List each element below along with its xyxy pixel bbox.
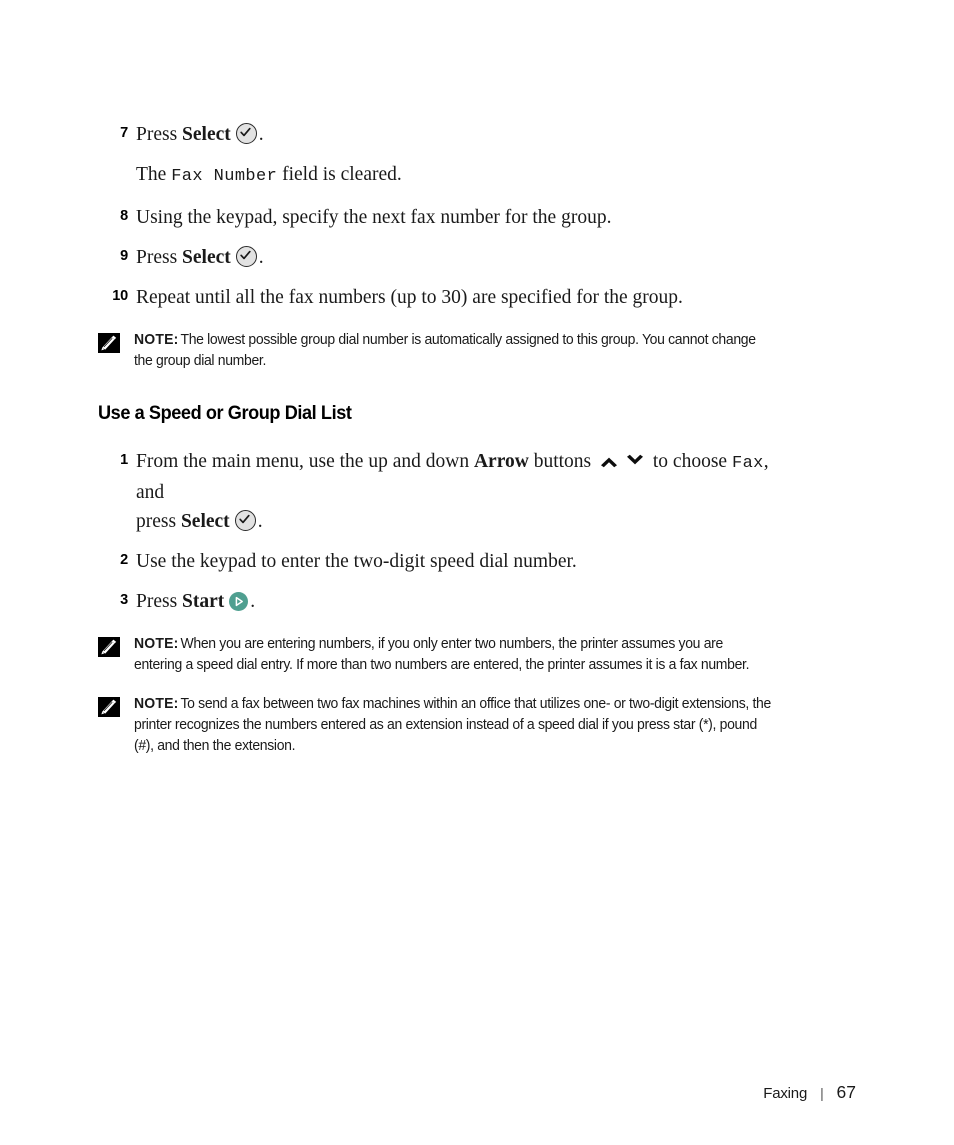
note-pencil-icon [98, 697, 120, 717]
step-text-line2-part2: . [257, 511, 263, 532]
step-text: Press Select. [136, 120, 798, 149]
step-number: 3 [120, 592, 128, 608]
step-number: 2 [120, 552, 128, 568]
subparagraph-text-after: field is cleared. [277, 164, 402, 185]
step-number: 10 [112, 288, 128, 304]
step-number: 7 [120, 125, 128, 141]
arrow-down-icon [624, 449, 646, 465]
step-number: 8 [120, 208, 128, 224]
footer-separator: | [820, 1085, 824, 1101]
select-check-icon [235, 246, 257, 267]
step-text: Use the keypad to enter the two-digit sp… [136, 551, 577, 572]
document-page: 7 Press Select. The Fax Number field is … [0, 0, 954, 1145]
step-item: 9 Press Select. [98, 243, 798, 272]
note-label: NOTE: [134, 696, 179, 712]
step-text: Press Start. [136, 587, 798, 616]
note-content: To send a fax between two fax machines w… [134, 696, 771, 754]
arrow-up-icon [598, 449, 620, 468]
note-block: NOTE: When you are entering numbers, if y… [98, 634, 798, 676]
note-content: When you are entering numbers, if you on… [134, 636, 750, 673]
step-item: 10 Repeat until all the fax numbers (up … [98, 283, 798, 312]
button-name-arrow: Arrow [473, 451, 529, 472]
footer-page-number: 67 [836, 1082, 856, 1102]
step-text: Using the keypad, specify the next fax n… [136, 207, 612, 228]
start-play-icon [229, 592, 249, 611]
button-name-select: Select [180, 511, 230, 532]
note-block: NOTE: The lowest possible group dial numb… [98, 330, 798, 372]
step-text: Press Select. [136, 243, 798, 272]
button-name-start: Start [182, 591, 225, 612]
step-text-part3: to choose [648, 451, 732, 472]
step-text-before: Press [136, 124, 183, 145]
page-content: 7 Press Select. The Fax Number field is … [98, 120, 798, 765]
note-content: The lowest possible group dial number is… [134, 332, 756, 369]
step-item: 2 Use the keypad to enter the two-digit … [98, 547, 798, 576]
note-icon-container [98, 694, 134, 717]
page-footer: Faxing | 67 [763, 1082, 856, 1103]
menu-option-fax: Fax [731, 454, 764, 473]
button-name-select: Select [182, 124, 231, 145]
note-label: NOTE: [134, 636, 179, 652]
step-number: 1 [120, 452, 128, 468]
step-text: From the main menu, use the up and down … [136, 447, 798, 536]
note-icon-container [98, 634, 134, 657]
step-item: 3 Press Start. [98, 587, 798, 616]
step-text-part2: buttons [528, 451, 597, 472]
note-text: NOTE: To send a fax between two fax machi… [134, 694, 771, 757]
subparagraph-text-before: The [136, 164, 172, 185]
step-text-after: . [250, 591, 256, 612]
step-text-after: . [258, 247, 264, 268]
footer-section-label: Faxing [763, 1085, 808, 1102]
step-text-part1: From the main menu, use the up and down [136, 451, 474, 472]
note-label: NOTE: [134, 332, 179, 348]
note-pencil-icon [98, 333, 120, 353]
step-text: Repeat until all the fax numbers (up to … [136, 287, 683, 308]
note-icon-container [98, 330, 134, 353]
step-text-before: Press [136, 247, 183, 268]
select-check-icon [234, 510, 256, 531]
step-text-after: . [258, 124, 264, 145]
section-heading: Use a Speed or Group Dial List [98, 402, 352, 424]
note-text: NOTE: The lowest possible group dial numb… [134, 330, 771, 372]
step-item: 1 From the main menu, use the up and dow… [98, 447, 798, 536]
step-text-line2-part1: press [136, 511, 181, 532]
select-check-icon [235, 123, 257, 144]
step-text-before: Press [136, 591, 183, 612]
step-item: 8 Using the keypad, specify the next fax… [98, 203, 798, 232]
field-name-fax-number: Fax Number [171, 167, 278, 186]
step-item: 7 Press Select. [98, 120, 798, 149]
note-pencil-icon [98, 637, 120, 657]
step-number: 9 [120, 248, 128, 264]
step-subparagraph: The Fax Number field is cleared. [136, 160, 798, 191]
note-block: NOTE: To send a fax between two fax machi… [98, 694, 798, 757]
note-text: NOTE: When you are entering numbers, if y… [134, 634, 771, 676]
button-name-select: Select [182, 247, 231, 268]
